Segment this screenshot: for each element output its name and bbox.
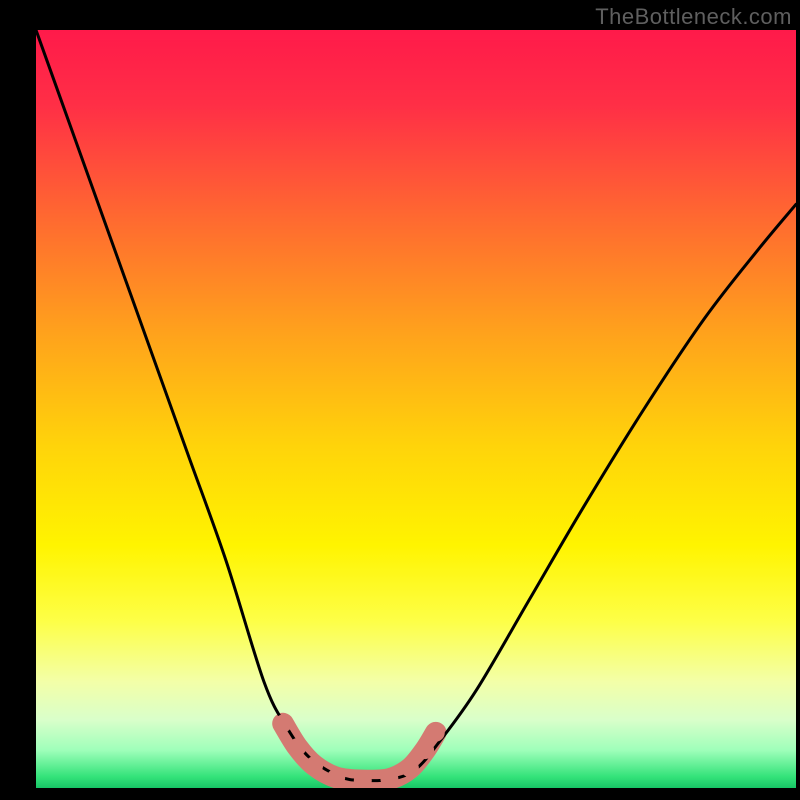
highlight-marker <box>288 738 306 756</box>
watermark-text: TheBottleneck.com <box>595 4 792 30</box>
curve-layer <box>36 30 796 788</box>
chart-frame: TheBottleneck.com <box>0 0 800 800</box>
highlight-marker <box>401 759 419 777</box>
highlight-marker <box>305 756 323 774</box>
bottleneck-curve <box>36 30 796 781</box>
highlight-marker <box>380 770 398 788</box>
highlight-marker <box>427 724 445 742</box>
highlight-marker <box>416 741 434 759</box>
plot-area <box>36 30 796 788</box>
highlight-markers <box>274 715 445 788</box>
highlight-marker <box>327 768 345 786</box>
highlight-marker <box>274 715 292 733</box>
